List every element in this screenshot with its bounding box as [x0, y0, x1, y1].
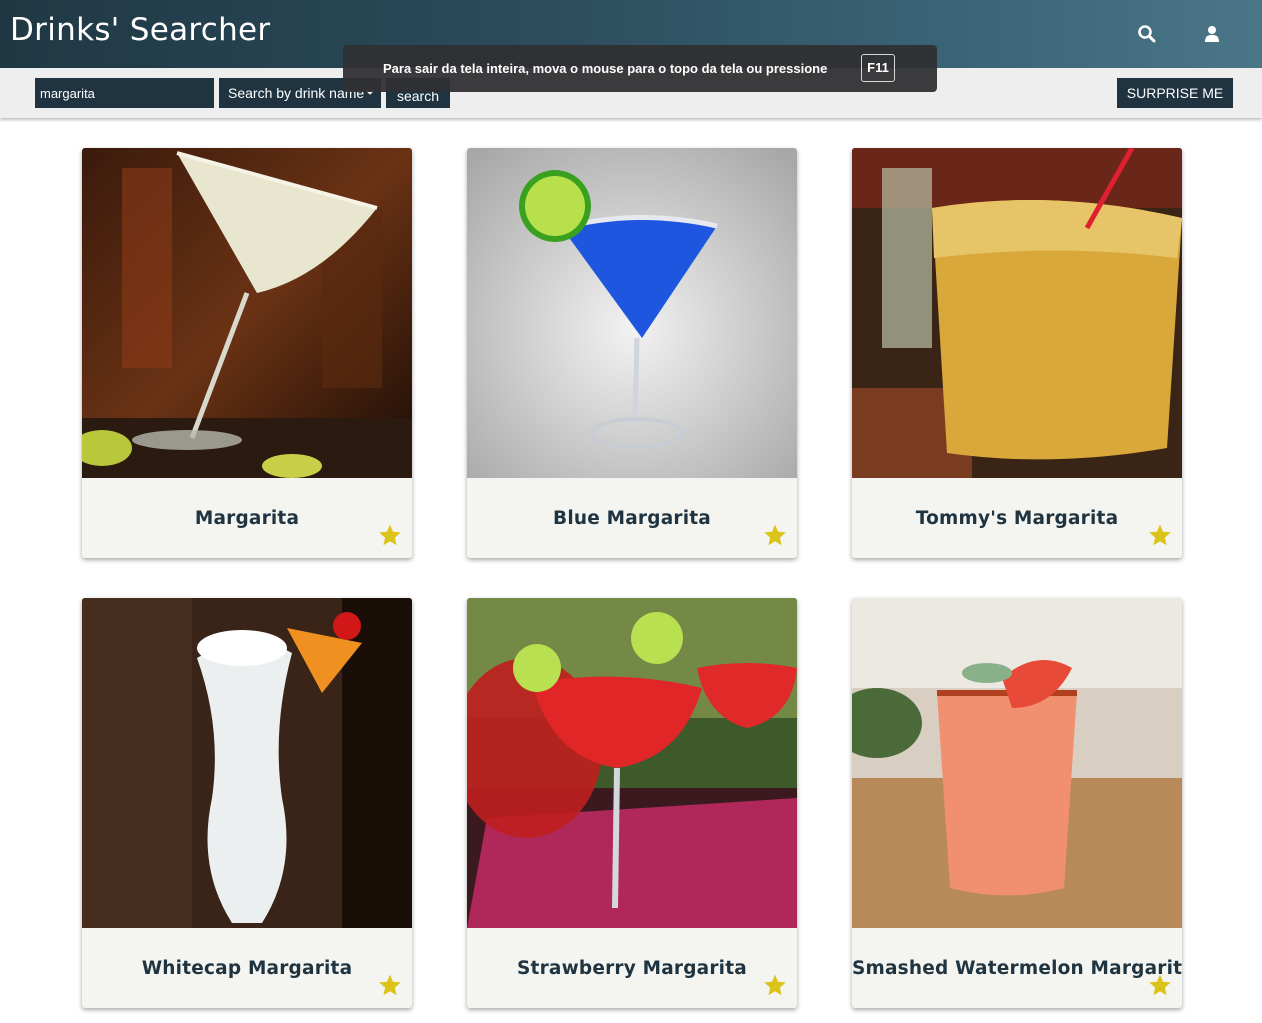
drink-name: Margarita — [194, 508, 300, 529]
drink-card[interactable]: Whitecap Margarita — [82, 598, 412, 1008]
user-icon[interactable] — [1202, 24, 1222, 44]
favorite-star-icon[interactable] — [378, 973, 402, 997]
drink-name: Strawberry Margarita — [517, 958, 747, 979]
drink-name: Blue Margarita — [553, 508, 711, 529]
fullscreen-notice-key: F11 — [861, 54, 895, 82]
drink-name: Smashed Watermelon Margarita — [852, 958, 1182, 979]
drink-image — [852, 148, 1182, 478]
drink-image — [82, 148, 412, 478]
drink-name: Whitecap Margarita — [141, 958, 353, 979]
fullscreen-notice: Para sair da tela inteira, mova o mouse … — [343, 45, 937, 92]
drink-card[interactable]: Tommy's Margarita — [852, 148, 1182, 558]
favorite-star-icon[interactable] — [378, 523, 402, 547]
app-title: Drinks' Searcher — [10, 12, 271, 48]
drink-image — [467, 598, 797, 928]
search-input[interactable] — [35, 78, 214, 108]
favorite-star-icon[interactable] — [763, 973, 787, 997]
fullscreen-notice-message: Para sair da tela inteira, mova o mouse … — [383, 61, 828, 76]
favorite-star-icon[interactable] — [763, 523, 787, 547]
drink-image — [467, 148, 797, 478]
surprise-me-button[interactable]: SURPRISE ME — [1117, 78, 1233, 108]
drink-card[interactable]: Smashed Watermelon Margarita — [852, 598, 1182, 1008]
drink-card[interactable]: Margarita — [82, 148, 412, 558]
favorite-star-icon[interactable] — [1148, 973, 1172, 997]
drink-card[interactable]: Blue Margarita — [467, 148, 797, 558]
drink-name: Tommy's Margarita — [915, 508, 1119, 529]
drink-card[interactable]: Strawberry Margarita — [467, 598, 797, 1008]
drink-image — [82, 598, 412, 928]
search-icon[interactable] — [1137, 24, 1157, 44]
favorite-star-icon[interactable] — [1148, 523, 1172, 547]
drink-image — [852, 598, 1182, 928]
